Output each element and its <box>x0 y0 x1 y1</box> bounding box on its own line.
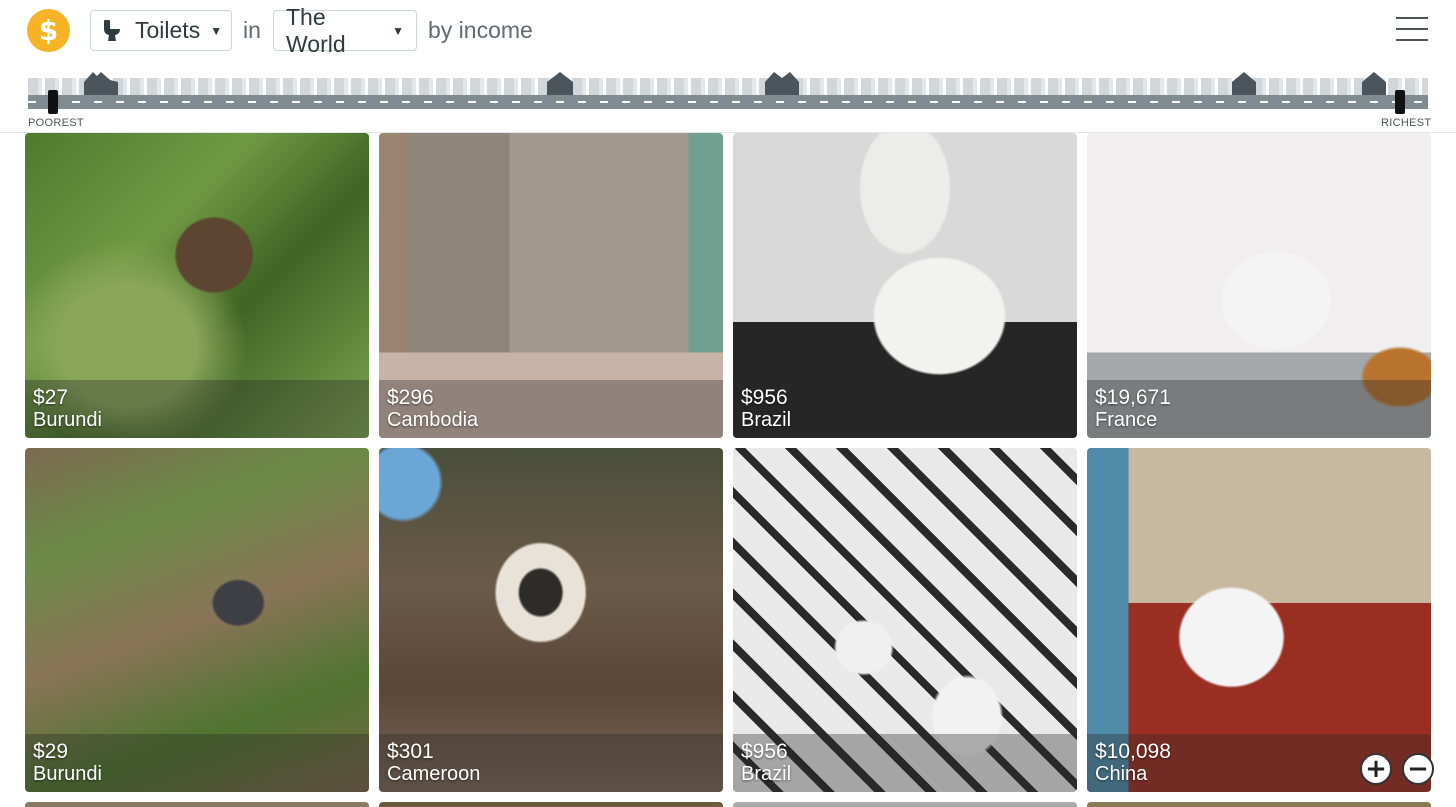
header: $ Toilets ▼ in The World ▼ by income POO… <box>0 0 1456 133</box>
photo-card[interactable] <box>25 802 369 807</box>
income-label: $956 <box>741 740 788 763</box>
country-label: Cameroon <box>387 763 481 785</box>
houses-row <box>28 78 1428 96</box>
zoom-out-icon[interactable]: − <box>1402 753 1434 785</box>
richest-slider-handle[interactable] <box>1395 90 1405 114</box>
photo-card[interactable]: $19,671 France <box>1087 133 1431 438</box>
region-select[interactable]: The World ▼ <box>273 4 417 57</box>
house-icon[interactable] <box>84 70 118 96</box>
photo-card[interactable] <box>733 802 1077 807</box>
caret-down-icon: ▼ <box>210 23 223 38</box>
income-label: $956 <box>741 386 788 409</box>
house-icon[interactable] <box>547 70 573 96</box>
income-label: $27 <box>33 386 69 409</box>
street-road <box>28 95 1428 109</box>
income-street[interactable] <box>28 66 1428 118</box>
photo-card[interactable] <box>1087 802 1431 807</box>
logo-dollar-symbol: $ <box>38 13 59 47</box>
country-label: Burundi <box>33 763 102 785</box>
photo-grid: $27 Burundi $296 Cambodia $956 Brazil $1… <box>0 133 1456 807</box>
income-label: $301 <box>387 740 434 763</box>
house-icon[interactable] <box>1232 70 1256 96</box>
country-label: Brazil <box>741 409 792 431</box>
photo-card[interactable]: $29 Burundi <box>25 448 369 792</box>
income-label: $19,671 <box>1095 386 1171 409</box>
region-label: The World <box>286 3 346 57</box>
photo-card[interactable]: $296 Cambodia <box>379 133 723 438</box>
sort-by-label: by income <box>428 17 533 43</box>
zoom-in-icon[interactable]: + <box>1360 753 1392 785</box>
poorest-slider-handle[interactable] <box>48 90 58 114</box>
country-label: Cambodia <box>387 409 479 431</box>
income-label: $29 <box>33 740 69 763</box>
topic-label: Toilets <box>135 17 201 43</box>
topic-select[interactable]: Toilets ▼ <box>90 10 232 51</box>
country-label: Burundi <box>33 409 102 431</box>
income-label: $10,098 <box>1095 740 1171 763</box>
photo-card[interactable] <box>379 802 723 807</box>
country-label: China <box>1095 763 1148 785</box>
photo-card[interactable]: $27 Burundi <box>25 133 369 438</box>
country-label: France <box>1095 409 1158 431</box>
richest-label: RICHEST <box>1381 117 1432 129</box>
house-icon[interactable] <box>1362 70 1386 96</box>
menu-icon[interactable] <box>1396 17 1428 43</box>
photo-card[interactable]: $956 Brazil <box>733 133 1077 438</box>
photo-card[interactable]: $301 Cameroon <box>379 448 723 792</box>
in-label: in <box>243 17 261 43</box>
toilet-icon <box>103 19 123 42</box>
poorest-label: POOREST <box>28 117 84 129</box>
house-icon[interactable] <box>765 70 799 96</box>
country-label: Brazil <box>741 763 792 785</box>
photo-card[interactable]: $956 Brazil <box>733 448 1077 792</box>
caret-down-icon: ▼ <box>392 23 404 38</box>
income-label: $296 <box>387 386 434 409</box>
photo-card[interactable]: $10,098 China <box>1087 448 1431 792</box>
dollar-street-logo[interactable]: $ <box>27 9 70 52</box>
